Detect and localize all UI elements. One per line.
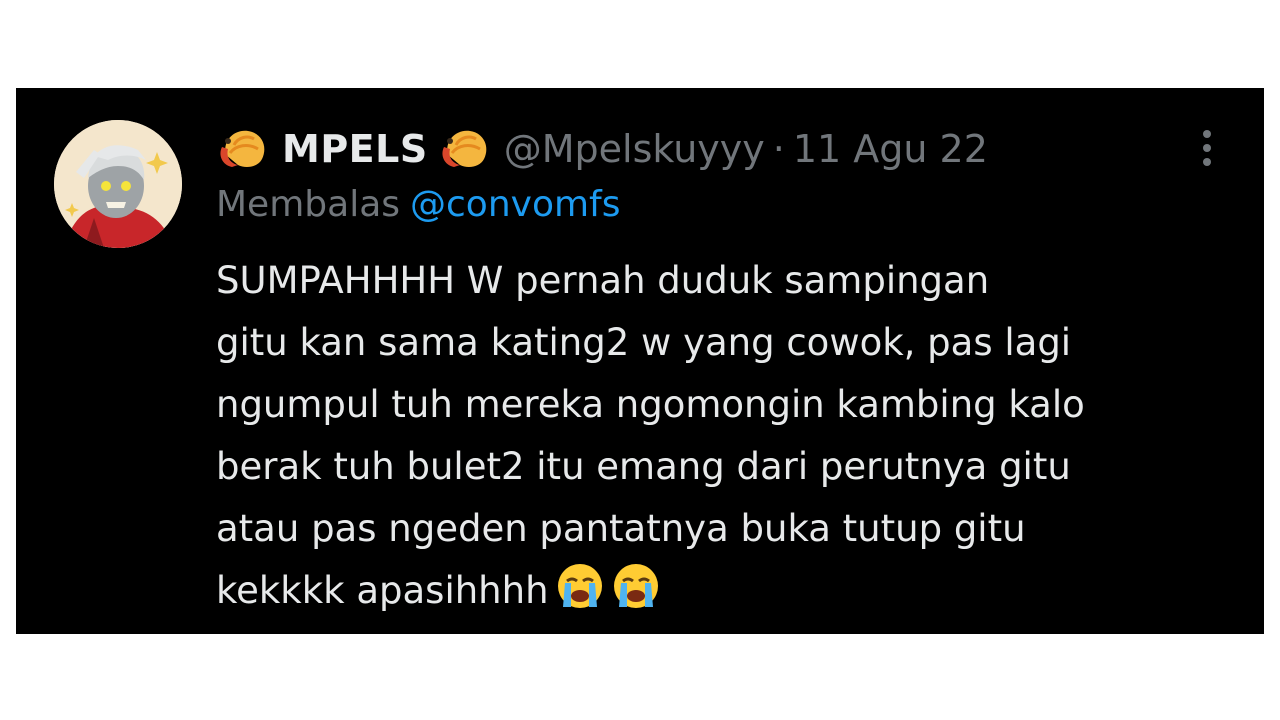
reply-label: Membalas bbox=[216, 184, 401, 225]
separator-dot: · bbox=[772, 127, 785, 171]
user-handle[interactable]: @Mpelskuyyy bbox=[504, 127, 765, 171]
tweet-header: MPELS @Mpelskuyyy · 11 Agu 22 bbox=[216, 124, 988, 174]
tweet-text-line: kekkkk apasihhhh bbox=[216, 569, 549, 612]
tweet-text-line: SUMPAHHHH W pernah duduk sampingan bbox=[216, 259, 990, 302]
tweet-text-line: atau pas ngeden pantatnya buka tutup git… bbox=[216, 507, 1026, 550]
shrimp-emoji-icon bbox=[438, 125, 494, 173]
crying-face-emoji-icon bbox=[611, 561, 661, 611]
tweet-text-line: berak tuh bulet2 itu emang dari perutnya… bbox=[216, 445, 1071, 488]
avatar-illustration bbox=[54, 120, 182, 248]
display-name[interactable]: MPELS bbox=[282, 127, 428, 171]
avatar[interactable] bbox=[54, 120, 182, 248]
reply-target-link[interactable]: @convomfs bbox=[410, 184, 620, 225]
tweet-body: SUMPAHHHH W pernah duduk sampingan gitu … bbox=[216, 250, 1236, 622]
tweet-text-line: gitu kan sama kating2 w yang cowok, pas … bbox=[216, 321, 1072, 364]
tweet-last-line: kekkkk apasihhhh bbox=[216, 560, 1236, 622]
shrimp-emoji-icon bbox=[216, 125, 272, 173]
tweet-card[interactable]: MPELS @Mpelskuyyy · 11 Agu 22 Membalas @c… bbox=[16, 88, 1264, 634]
tweet-text-line: ngumpul tuh mereka ngomongin kambing kal… bbox=[216, 383, 1085, 426]
tweet-date[interactable]: 11 Agu 22 bbox=[793, 127, 988, 171]
more-options-icon[interactable] bbox=[1196, 126, 1218, 170]
reply-context: Membalas @convomfs bbox=[216, 184, 620, 225]
crying-face-emoji-icon bbox=[555, 561, 605, 611]
